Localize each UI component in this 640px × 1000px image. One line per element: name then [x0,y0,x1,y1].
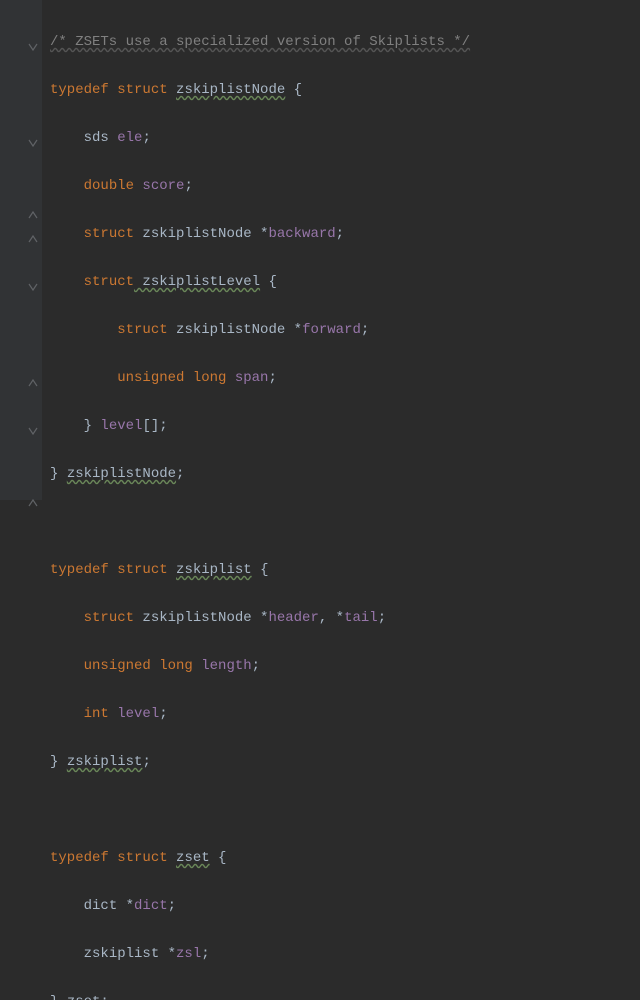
fold-open-icon[interactable] [28,277,38,287]
fold-close-icon[interactable] [28,229,38,239]
fold-close-icon[interactable] [28,493,38,503]
gutter [0,0,42,500]
fold-open-icon[interactable] [28,133,38,143]
fold-close-icon[interactable] [28,205,38,215]
fold-close-icon[interactable] [28,373,38,383]
code-editor: /* ZSETs use a specialized version of Sk… [0,0,640,500]
comment: /* ZSETs use a specialized version of Sk… [50,34,470,50]
code-area[interactable]: /* ZSETs use a specialized version of Sk… [42,0,640,500]
fold-open-icon[interactable] [28,37,38,47]
fold-open-icon[interactable] [28,421,38,431]
